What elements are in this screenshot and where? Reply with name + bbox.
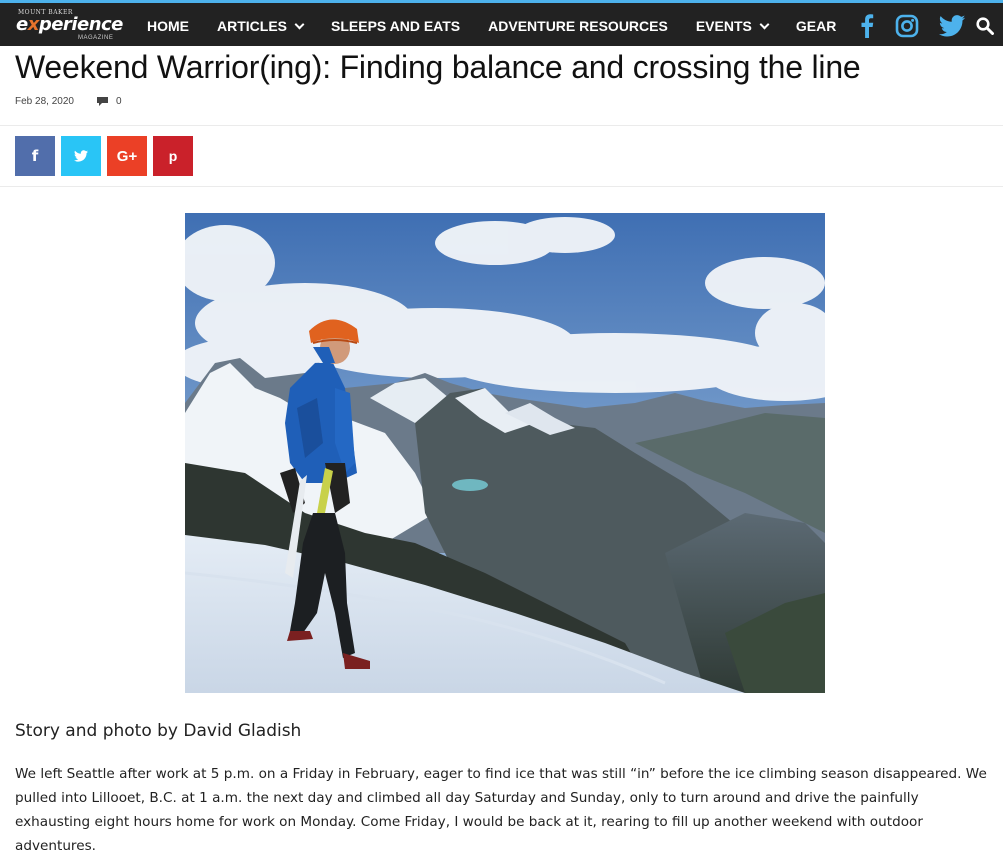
nav-item-adventure-resources[interactable]: ADVENTURE RESOURCES [474, 3, 682, 49]
article-byline: Story and photo by David Gladish [15, 721, 302, 741]
main-menu: HOME ARTICLES SLEEPS AND EATS ADVENTURE … [133, 3, 850, 49]
pinterest-icon: p [168, 148, 178, 164]
nav-item-sleeps-and-eats[interactable]: SLEEPS AND EATS [317, 3, 474, 49]
article-meta: Feb 28, 2020 0 [15, 95, 122, 107]
logo-main-text: experience [16, 14, 123, 35]
article-paragraph: We left Seattle after work at 5 p.m. on … [15, 766, 987, 853]
share-facebook-button[interactable]: f [15, 136, 55, 176]
comment-count: 0 [115, 95, 122, 107]
chevron-down-icon [294, 19, 305, 29]
top-navigation-bar: MOUNT BAKER experience MAGAZINE HOME ART… [0, 0, 1003, 46]
comment-link[interactable]: 0 [96, 96, 122, 107]
share-buttons: f G+ p [15, 136, 199, 176]
mountain-climber-image [185, 213, 825, 693]
comment-icon [96, 96, 108, 106]
article-title: Weekend Warrior(ing): Finding balance an… [15, 49, 861, 85]
post-date: Feb 28, 2020 [15, 95, 74, 107]
google-plus-icon: G+ [116, 147, 138, 165]
share-twitter-button[interactable] [61, 136, 101, 176]
nav-item-home[interactable]: HOME [133, 3, 203, 49]
divider [0, 186, 1003, 187]
twitter-icon [74, 150, 88, 162]
nav-item-events[interactable]: EVENTS [682, 3, 782, 49]
nav-item-gear[interactable]: GEAR [782, 3, 850, 49]
twitter-icon[interactable] [937, 3, 967, 49]
featured-photo[interactable] [185, 213, 825, 693]
instagram-icon[interactable] [893, 3, 921, 49]
logo-sub-text: MAGAZINE [78, 35, 114, 41]
search-icon[interactable] [974, 3, 996, 49]
divider [0, 125, 1003, 126]
facebook-icon: f [31, 147, 39, 165]
share-google-plus-button[interactable]: G+ [107, 136, 147, 176]
chevron-down-icon [759, 19, 770, 29]
facebook-icon[interactable] [855, 3, 879, 49]
site-logo[interactable]: MOUNT BAKER experience MAGAZINE [14, 7, 123, 43]
share-pinterest-button[interactable]: p [153, 136, 193, 176]
nav-item-articles[interactable]: ARTICLES [203, 3, 317, 49]
